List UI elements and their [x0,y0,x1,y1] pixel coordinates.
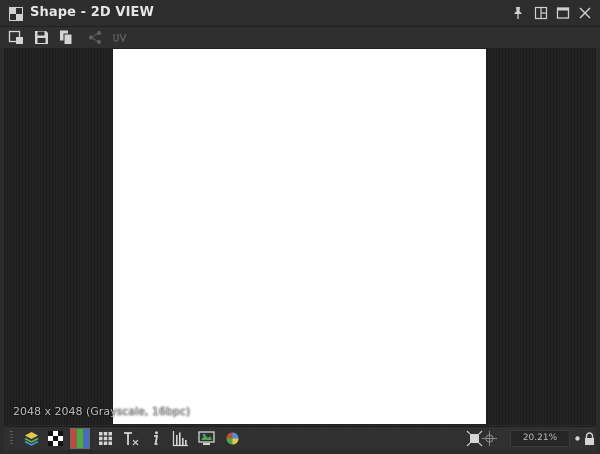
view-options-icon[interactable] [8,29,25,46]
histogram-icon[interactable] [172,430,189,447]
status-bar: 20.21% [4,426,596,450]
copy-icon[interactable] [58,29,75,46]
close-icon[interactable] [578,6,592,20]
pan-icon[interactable] [481,430,498,447]
pin-icon[interactable] [511,6,525,20]
app-window-icon [9,7,23,21]
dock-icon[interactable] [534,6,548,20]
image-viewport[interactable]: 2048 x 2048 (Grayscale, 16bpc) [4,48,596,425]
zoom-level-field[interactable]: 20.21% [510,430,570,447]
layers-icon[interactable] [23,430,40,447]
title-bar: Shape - 2D VIEW [0,0,600,27]
maximize-icon[interactable] [556,6,570,20]
image-info-label: 2048 x 2048 (Grayscale, 16bpc) [13,405,191,418]
lock-icon[interactable] [581,430,598,447]
uv-icon[interactable] [112,29,129,46]
texture-canvas[interactable] [113,49,486,424]
checker-icon[interactable] [47,430,64,447]
window-title: Shape - 2D VIEW [30,5,154,20]
toolbar [0,27,600,48]
color-icon[interactable] [224,430,241,447]
grid-icon[interactable] [97,430,114,447]
display-icon[interactable] [198,430,215,447]
toolbar-grip[interactable] [10,431,13,446]
save-icon[interactable] [33,29,50,46]
share-icon[interactable] [87,29,104,46]
tiling-icon[interactable] [123,430,140,447]
channels-icon[interactable] [70,428,90,449]
info-icon[interactable] [147,430,164,447]
